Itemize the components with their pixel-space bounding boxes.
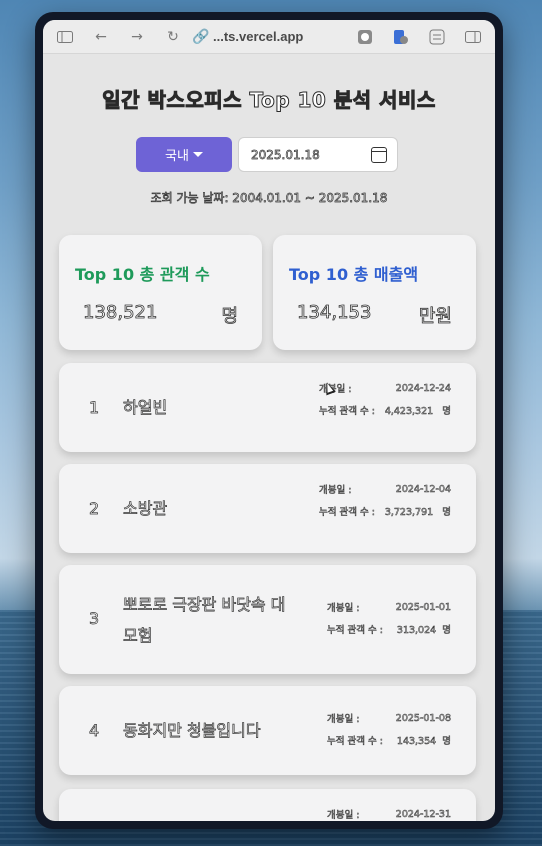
movie-rank: 2 xyxy=(89,499,100,519)
extension-toggle-icon[interactable] xyxy=(423,23,451,51)
cumulative-value: 313,024 xyxy=(396,625,437,637)
extension-cube-icon[interactable] xyxy=(351,23,379,51)
region-dropdown-button[interactable]: 국내 xyxy=(136,137,232,172)
movie-info: 개봉일 : 2024-12-31 xyxy=(327,803,452,821)
release-label: 개봉일 : xyxy=(327,603,360,615)
cumulative-label: 누적 관객 수 : xyxy=(327,736,384,748)
region-label: 국내 xyxy=(165,149,189,164)
movie-rank: 4 xyxy=(89,721,100,741)
cumulative-unit: 명 xyxy=(442,736,451,748)
cumulative-value: 143,354 xyxy=(396,736,437,748)
link-icon: 🔗 xyxy=(192,28,210,45)
movie-rank: 3 xyxy=(89,609,100,629)
release-label: 개봉일 : xyxy=(327,810,360,821)
movie-card[interactable]: 개봉일 : 2024-12-31 xyxy=(59,789,476,821)
sales-value: 134,153 xyxy=(297,302,372,324)
audience-unit: 명 xyxy=(221,306,238,328)
browser-toolbar: ← → ↻ 🔗 ...ts.vercel.app xyxy=(43,20,495,54)
page-title: 일간 박스오피스 Top 10 분석 서비스 xyxy=(102,88,436,113)
release-date: 2024-12-31 xyxy=(395,808,452,820)
audience-label: Top 10 총 관객 수 xyxy=(75,265,210,284)
sidebar-icon[interactable] xyxy=(51,23,79,51)
movie-info: 개봉일 : 2025-01-08 누적 관객 수 : 143,354 명 xyxy=(327,707,452,751)
date-range-text: 조회 가능 날짜: 2004.01.01 ~ 2025.01.18 xyxy=(150,191,388,206)
forward-arrow-icon[interactable]: → xyxy=(123,23,151,51)
cumulative-value: 4,423,321 xyxy=(384,406,434,418)
movie-rank: 1 xyxy=(89,398,100,418)
sales-label: Top 10 총 매출액 xyxy=(289,265,419,284)
back-arrow-icon[interactable]: ← xyxy=(87,23,115,51)
movie-title: 뽀로로 극장판 바닷속 대모험 xyxy=(123,595,286,646)
calendar-icon[interactable] xyxy=(371,146,387,163)
movie-card[interactable]: 1 하얼빈 개봉일 :2024-12-24 누적 관객 수 :4,423,321… xyxy=(59,363,476,452)
release-date: 2024-12-24 xyxy=(395,382,452,394)
url-text: ...ts.vercel.app xyxy=(213,29,304,44)
reload-icon[interactable]: ↻ xyxy=(159,23,187,51)
total-sales-card: Top 10 총 매출액 134,153 만원 xyxy=(273,235,476,350)
cumulative-label: 누적 관객 수 : xyxy=(319,406,376,418)
browser-window: ← → ↻ 🔗 ...ts.vercel.app 일간 박스오피스 Top 10… xyxy=(35,12,503,829)
split-view-icon[interactable] xyxy=(459,23,487,51)
movie-info: 개봉일 :2024-12-24 누적 관객 수 :4,423,321 명 xyxy=(319,377,452,421)
browser-screen: ← → ↻ 🔗 ...ts.vercel.app 일간 박스오피스 Top 10… xyxy=(43,20,495,821)
movie-info: 개봉일 : 2024-12-04 누적 관객 수 : 3,723,791 명 xyxy=(319,478,452,522)
release-date: 2025-01-08 xyxy=(395,712,452,724)
cumulative-label: 누적 관객 수 : xyxy=(319,507,376,519)
movie-info: 개봉일 : 2025-01-01 누적 관객 수 : 313,024 명 xyxy=(327,596,452,640)
address-bar[interactable]: 🔗 ...ts.vercel.app xyxy=(192,23,304,51)
sales-unit: 만원 xyxy=(418,306,452,328)
cumulative-value: 3,723,791 xyxy=(384,507,434,519)
date-input[interactable]: 2025.01.18 xyxy=(238,137,398,172)
cumulative-label: 누적 관객 수 : xyxy=(327,625,384,637)
cumulative-unit: 명 xyxy=(442,507,451,519)
release-date: 2024-12-04 xyxy=(395,483,452,495)
movie-card[interactable]: 4 동화지만 청불입니다 개봉일 : 2025-01-08 누적 관객 수 : 14… xyxy=(59,686,476,775)
movie-title: 하얼빈 xyxy=(123,398,168,418)
cumulative-unit: 명 xyxy=(442,406,451,418)
date-value: 2025.01.18 xyxy=(251,147,320,162)
release-date: 2025-01-01 xyxy=(395,601,452,613)
movie-card[interactable]: 3 뽀로로 극장판 바닷속 대모험 개봉일 : 2025-01-01 누적 관객 … xyxy=(59,565,476,674)
total-audience-card: Top 10 총 관객 수 138,521 명 xyxy=(59,235,262,350)
movie-title: 동화지만 청불입니다 xyxy=(123,721,261,741)
release-label: 개봉일 : xyxy=(319,485,352,497)
cumulative-unit: 명 xyxy=(442,625,451,637)
audience-value: 138,521 xyxy=(83,302,158,324)
movie-title: 소방관 xyxy=(123,499,168,519)
movie-card[interactable]: 2 소방관 개봉일 : 2024-12-04 누적 관객 수 : 3,723,791… xyxy=(59,464,476,553)
caret-down-icon xyxy=(192,152,203,157)
search-controls: 국내 2025.01.18 xyxy=(136,137,398,172)
release-label: 개봉일 : xyxy=(327,714,360,726)
extension-color-icon[interactable] xyxy=(387,23,415,51)
page-content: 일간 박스오피스 Top 10 분석 서비스 국내 2025.01.18 조회 … xyxy=(43,54,495,821)
